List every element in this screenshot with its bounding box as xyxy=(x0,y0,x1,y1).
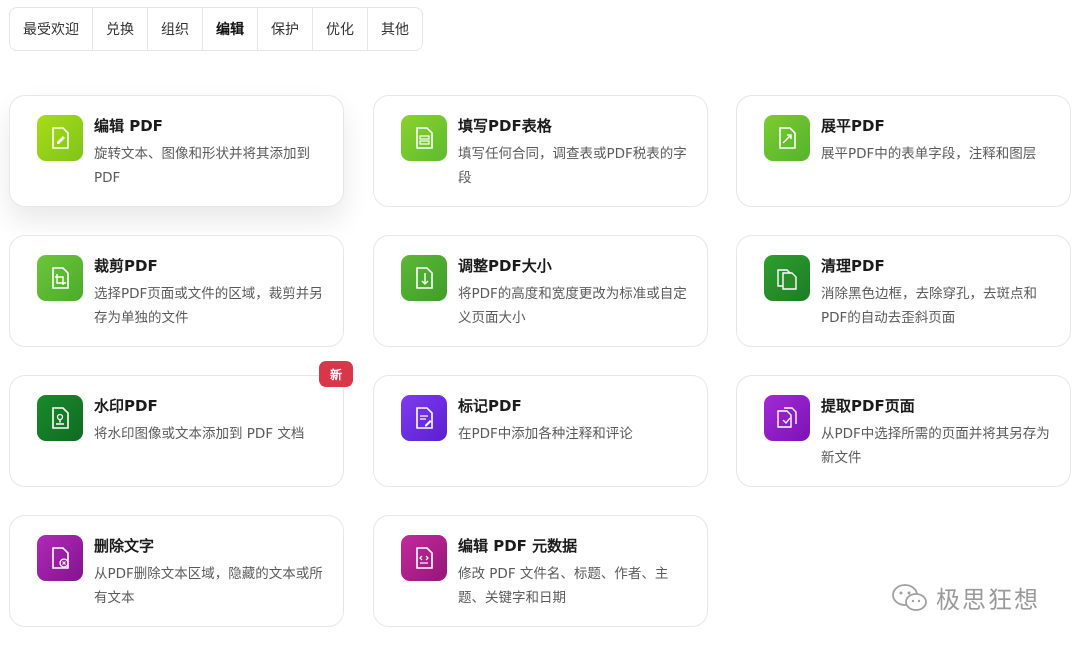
new-badge: 新 xyxy=(319,361,353,387)
card-description: 从PDF删除文本区域，隐藏的文本或所有文本 xyxy=(94,566,323,606)
watermark-pdf-icon xyxy=(37,395,83,441)
tab-optimize[interactable]: 优化 xyxy=(313,8,368,50)
category-tabs: 最受欢迎 兑换 组织 编辑 保护 优化 其他 xyxy=(9,7,423,51)
card-title: 提取PDF页面 xyxy=(821,397,915,415)
resize-pdf-icon xyxy=(401,255,447,301)
card-title: 展平PDF xyxy=(821,117,885,135)
card-title: 编辑 PDF 元数据 xyxy=(458,537,578,555)
clean-pdf-icon xyxy=(764,255,810,301)
tool-card-crop-pdf[interactable]: 裁剪PDF 选择PDF页面或文件的区域，裁剪并另存为单独的文件 xyxy=(9,235,344,347)
tab-edit[interactable]: 编辑 xyxy=(203,8,258,50)
card-description: 选择PDF页面或文件的区域，裁剪并另存为单独的文件 xyxy=(94,286,323,326)
card-title: 调整PDF大小 xyxy=(458,257,552,275)
wechat-watermark: 极思狂想 xyxy=(890,580,1040,615)
tool-card-watermark-pdf[interactable]: 水印PDF 将水印图像或文本添加到 PDF 文档 新 xyxy=(9,361,353,487)
edit-metadata-icon xyxy=(401,535,447,581)
tab-popular[interactable]: 最受欢迎 xyxy=(10,8,93,50)
card-title: 水印PDF xyxy=(94,397,158,415)
card-description: 消除黑色边框，去除穿孔，去斑点和PDF的自动去歪斜页面 xyxy=(821,286,1037,326)
card-description: 展平PDF中的表单字段，注释和图层 xyxy=(821,146,1037,162)
delete-text-icon xyxy=(37,535,83,581)
extract-pages-icon xyxy=(764,395,810,441)
card-title: 标记PDF xyxy=(458,397,522,415)
tab-other[interactable]: 其他 xyxy=(368,8,422,50)
card-description: 旋转文本、图像和形状并将其添加到 PDF xyxy=(94,146,310,186)
tab-convert[interactable]: 兑换 xyxy=(93,8,148,50)
tool-card-fill-form[interactable]: 填写PDF表格 填写任何合同，调查表或PDF税表的字段 xyxy=(373,95,708,207)
tool-card-extract-pages[interactable]: 提取PDF页面 从PDF中选择所需的页面并将其另存为新文件 xyxy=(736,375,1071,487)
watermark-text: 极思狂想 xyxy=(936,586,1040,614)
tool-card-edit-metadata[interactable]: 编辑 PDF 元数据 修改 PDF 文件名、标题、作者、主题、关键字和日期 xyxy=(373,515,708,627)
card-description: 将PDF的高度和宽度更改为标准或自定义页面大小 xyxy=(458,286,687,326)
crop-pdf-icon xyxy=(37,255,83,301)
card-description: 将水印图像或文本添加到 PDF 文档 xyxy=(94,426,305,442)
fill-form-icon xyxy=(401,115,447,161)
card-description: 从PDF中选择所需的页面并将其另存为新文件 xyxy=(821,426,1050,466)
tab-organize[interactable]: 组织 xyxy=(148,8,203,50)
wechat-icon xyxy=(892,583,927,611)
tool-card-edit-pdf[interactable]: 编辑 PDF 旋转文本、图像和形状并将其添加到 PDF xyxy=(9,95,344,207)
card-title: 清理PDF xyxy=(821,257,885,275)
card-title: 填写PDF表格 xyxy=(458,117,552,135)
card-description: 在PDF中添加各种注释和评论 xyxy=(458,426,633,442)
card-title: 编辑 PDF xyxy=(94,117,163,135)
tool-card-clean-pdf[interactable]: 清理PDF 消除黑色边框，去除穿孔，去斑点和PDF的自动去歪斜页面 xyxy=(736,235,1071,347)
tool-card-markup-pdf[interactable]: 标记PDF 在PDF中添加各种注释和评论 xyxy=(373,375,708,487)
card-description: 填写任何合同，调查表或PDF税表的字段 xyxy=(458,146,687,186)
card-description: 修改 PDF 文件名、标题、作者、主题、关键字和日期 xyxy=(458,566,669,606)
flatten-pdf-icon xyxy=(764,115,810,161)
markup-pdf-icon xyxy=(401,395,447,441)
card-title: 删除文字 xyxy=(94,537,155,555)
card-title: 裁剪PDF xyxy=(94,257,158,275)
tool-card-resize-pdf[interactable]: 调整PDF大小 将PDF的高度和宽度更改为标准或自定义页面大小 xyxy=(373,235,708,347)
edit-pdf-icon xyxy=(37,115,83,161)
tab-protect[interactable]: 保护 xyxy=(258,8,313,50)
tool-card-delete-text[interactable]: 删除文字 从PDF删除文本区域，隐藏的文本或所有文本 xyxy=(9,515,344,627)
tool-card-flatten-pdf[interactable]: 展平PDF 展平PDF中的表单字段，注释和图层 xyxy=(736,95,1071,207)
